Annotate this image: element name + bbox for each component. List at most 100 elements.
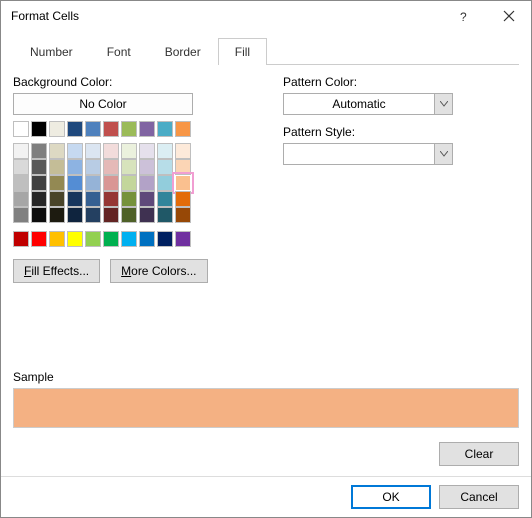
color-swatch[interactable] (175, 175, 191, 191)
color-swatch[interactable] (67, 159, 83, 175)
color-swatch[interactable] (103, 175, 119, 191)
sample-preview (13, 388, 519, 428)
color-swatch[interactable] (49, 159, 65, 175)
tab-content: Background Color: No Color Fill Effects.… (13, 65, 519, 466)
color-swatch[interactable] (121, 207, 137, 223)
color-swatch[interactable] (139, 231, 155, 247)
color-palette (13, 121, 233, 247)
color-swatch[interactable] (175, 191, 191, 207)
no-color-button[interactable]: No Color (13, 93, 193, 115)
clear-button[interactable]: Clear (439, 442, 519, 466)
color-swatch[interactable] (49, 121, 65, 137)
color-swatch[interactable] (103, 231, 119, 247)
color-swatch[interactable] (85, 121, 101, 137)
format-cells-dialog: Format Cells ? Number Font Border Fill B… (0, 0, 532, 518)
color-swatch[interactable] (157, 121, 173, 137)
color-swatch[interactable] (13, 231, 29, 247)
cancel-button[interactable]: Cancel (439, 485, 519, 509)
pattern-color-dropdown[interactable]: Automatic (283, 93, 453, 115)
color-swatch[interactable] (103, 159, 119, 175)
color-swatch[interactable] (157, 175, 173, 191)
color-swatch[interactable] (31, 207, 47, 223)
color-swatch[interactable] (49, 207, 65, 223)
color-swatch[interactable] (31, 143, 47, 159)
color-swatch[interactable] (175, 159, 191, 175)
color-swatch[interactable] (67, 121, 83, 137)
chevron-down-icon (434, 94, 452, 114)
color-swatch[interactable] (13, 207, 29, 223)
color-swatch[interactable] (121, 159, 137, 175)
dialog-footer: OK Cancel (1, 476, 531, 517)
pattern-style-label: Pattern Style: (283, 125, 519, 139)
color-swatch[interactable] (85, 143, 101, 159)
color-swatch[interactable] (13, 143, 29, 159)
color-swatch[interactable] (31, 231, 47, 247)
chevron-down-icon (434, 144, 452, 164)
color-swatch[interactable] (13, 159, 29, 175)
color-swatch[interactable] (85, 231, 101, 247)
color-swatch[interactable] (13, 191, 29, 207)
color-swatch[interactable] (121, 175, 137, 191)
close-button[interactable] (486, 1, 531, 31)
color-swatch[interactable] (121, 121, 137, 137)
fill-effects-button[interactable]: Fill Effects... (13, 259, 100, 283)
color-swatch[interactable] (13, 175, 29, 191)
color-swatch[interactable] (49, 191, 65, 207)
color-swatch[interactable] (157, 191, 173, 207)
color-swatch[interactable] (175, 143, 191, 159)
svg-text:?: ? (460, 10, 467, 23)
color-swatch[interactable] (67, 231, 83, 247)
palette-row (13, 143, 233, 159)
tab-border[interactable]: Border (148, 38, 218, 65)
color-swatch[interactable] (139, 143, 155, 159)
color-swatch[interactable] (175, 231, 191, 247)
color-swatch[interactable] (49, 143, 65, 159)
color-swatch[interactable] (49, 231, 65, 247)
color-swatch[interactable] (103, 121, 119, 137)
color-swatch[interactable] (139, 207, 155, 223)
color-swatch[interactable] (31, 159, 47, 175)
color-swatch[interactable] (139, 159, 155, 175)
tab-font[interactable]: Font (90, 38, 148, 65)
color-swatch[interactable] (85, 159, 101, 175)
color-swatch[interactable] (31, 175, 47, 191)
color-swatch[interactable] (139, 175, 155, 191)
color-swatch[interactable] (49, 175, 65, 191)
tab-strip: Number Font Border Fill (13, 37, 519, 65)
color-swatch[interactable] (157, 207, 173, 223)
color-swatch[interactable] (139, 191, 155, 207)
color-swatch[interactable] (103, 191, 119, 207)
palette-row (13, 191, 233, 207)
pattern-color-value: Automatic (284, 97, 434, 111)
color-swatch[interactable] (103, 207, 119, 223)
color-swatch[interactable] (103, 143, 119, 159)
help-button[interactable]: ? (441, 1, 486, 31)
pattern-style-dropdown[interactable] (283, 143, 453, 165)
color-swatch[interactable] (157, 159, 173, 175)
color-swatch[interactable] (31, 121, 47, 137)
color-swatch[interactable] (121, 191, 137, 207)
color-swatch[interactable] (85, 191, 101, 207)
palette-row (13, 175, 233, 191)
color-swatch[interactable] (67, 143, 83, 159)
color-swatch[interactable] (13, 121, 29, 137)
color-swatch[interactable] (67, 191, 83, 207)
color-swatch[interactable] (157, 143, 173, 159)
tab-fill[interactable]: Fill (218, 38, 267, 65)
tab-number[interactable]: Number (13, 38, 90, 65)
color-swatch[interactable] (31, 191, 47, 207)
more-colors-button[interactable]: More Colors... (110, 259, 207, 283)
color-swatch[interactable] (121, 231, 137, 247)
color-swatch[interactable] (67, 175, 83, 191)
color-swatch[interactable] (139, 121, 155, 137)
color-swatch[interactable] (121, 143, 137, 159)
sample-label: Sample (13, 370, 519, 384)
dialog-body: Number Font Border Fill Background Color… (1, 31, 531, 476)
color-swatch[interactable] (85, 207, 101, 223)
color-swatch[interactable] (85, 175, 101, 191)
ok-button[interactable]: OK (351, 485, 431, 509)
color-swatch[interactable] (175, 207, 191, 223)
color-swatch[interactable] (157, 231, 173, 247)
color-swatch[interactable] (175, 121, 191, 137)
color-swatch[interactable] (67, 207, 83, 223)
